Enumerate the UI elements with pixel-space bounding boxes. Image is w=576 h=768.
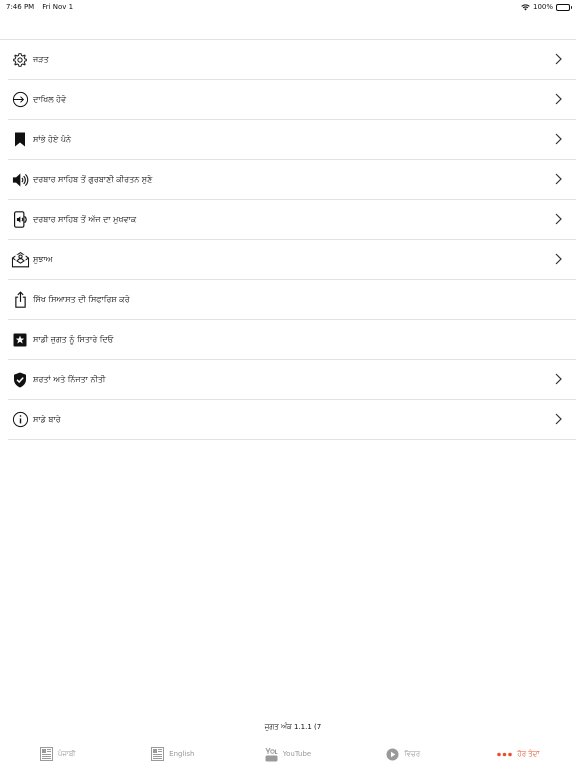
chevron-right-icon: [555, 253, 562, 265]
chevron-right-icon: [555, 93, 562, 105]
tab-label: ਪੰਜਾਬੀ: [57, 749, 76, 758]
menu-item-saved-pages[interactable]: ਸਾਂਭੇ ਹੋਏ ਪੰਨੇ: [8, 120, 576, 160]
menu-item-label: ਸਾਂਭੇ ਹੋਏ ਪੰਨੇ: [33, 134, 71, 144]
article-icon: [39, 747, 53, 761]
wifi-icon: [521, 3, 530, 10]
menu-item-label: ਜੜਤ: [33, 54, 49, 64]
play-circle-icon: [386, 748, 399, 760]
tab-label: YouTube: [282, 750, 312, 758]
status-indicators: 100%: [521, 0, 572, 14]
tab-english[interactable]: English: [115, 740, 230, 768]
menu-item-label: ਸ਼ਰਤਾਂ ਅਤੇ ਨਿੱਜਤਾ ਨੀਤੀ: [33, 374, 106, 384]
login-icon: [7, 91, 33, 108]
tab-youtube[interactable]: YouTube: [230, 740, 345, 768]
mail-user-icon: [7, 251, 33, 268]
menu-item-terms-privacy[interactable]: ਸ਼ਰਤਾਂ ਅਤੇ ਨਿੱਜਤਾ ਨੀਤੀ: [8, 360, 576, 400]
info-icon: [7, 411, 33, 428]
share-icon: [7, 291, 33, 308]
tab-punjabi[interactable]: ਪੰਜਾਬੀ: [0, 740, 115, 768]
chevron-right-icon: [555, 413, 562, 425]
menu-item-settings[interactable]: ਜੜਤ: [8, 40, 576, 80]
menu-item-label: ਸਾਡੇ ਬਾਰੇ: [33, 414, 61, 424]
menu-item-label: ਦਾਖਿਲ ਹੋਵੋ: [33, 94, 67, 104]
battery-icon: [556, 3, 572, 11]
chevron-right-icon: [555, 53, 562, 65]
status-bar: 7:46 PM Fri Nov 1 100%: [0, 0, 576, 14]
settings-menu: ਜੜਤ ਦਾਖਿਲ ਹੋਵੋ ਸਾਂਭੇ ਹੋਏ ਪੰਨੇ ਦਰਬਾਰ ਸਾਹਿ…: [8, 40, 576, 440]
battery-percent: 100%: [532, 3, 553, 11]
menu-item-label: ਦਰਬਾਰ ਸਾਹਿਬ ਤੋਂ ਅੱਜ ਦਾ ਮੁਖਵਾਕ: [33, 214, 137, 224]
tab-bar: ਪੰਜਾਬੀ English YouTube ਵਿਚਰ ਹੋਰ ਤੰਦਾਂ: [0, 740, 576, 768]
article-icon: [151, 747, 165, 761]
menu-item-about[interactable]: ਸਾਡੇ ਬਾਰੇ: [8, 400, 576, 440]
menu-item-recommend[interactable]: ਸਿੱਖ ਸਿਆਸਤ ਦੀ ਸਿਫਾਰਿਸ਼ ਕਰੋ: [8, 280, 576, 320]
tab-label: ਹੋਰ ਤੰਦਾਂ: [517, 749, 540, 758]
youtube-icon: [265, 747, 278, 761]
menu-item-rate-app[interactable]: ਸਾਡੀ ਜੁਗਤ ਨੂੰ ਸਿਤਾਰੇ ਦਿਓ: [8, 320, 576, 360]
chevron-right-icon: [555, 133, 562, 145]
more-dots-icon: [497, 752, 513, 756]
chevron-right-icon: [555, 373, 562, 385]
app-version: ਜੁਗਤ ਅੰਕ 1.1.1 (7: [264, 723, 322, 731]
chevron-right-icon: [555, 173, 562, 185]
tab-more[interactable]: ਹੋਰ ਤੰਦਾਂ: [461, 740, 576, 768]
menu-item-live-kirtan[interactable]: ਦਰਬਾਰ ਸਾਹਿਬ ਤੋਂ ਗੁਰਬਾਣੀ ਕੀਰਤਨ ਸੁਣੋ: [8, 160, 576, 200]
shield-check-icon: [7, 372, 33, 388]
menu-item-label: ਸਾਡੀ ਜੁਗਤ ਨੂੰ ਸਿਤਾਰੇ ਦਿਓ: [33, 334, 114, 344]
tab-video[interactable]: ਵਿਚਰ: [346, 740, 461, 768]
menu-item-label: ਸੁਝਾਅ: [33, 254, 53, 264]
menu-item-login[interactable]: ਦਾਖਿਲ ਹੋਵੋ: [8, 80, 576, 120]
status-date: Fri Nov 1: [42, 3, 74, 11]
bookmark-icon: [7, 132, 33, 147]
menu-item-hukamnama[interactable]: ਦਰਬਾਰ ਸਾਹਿਬ ਤੋਂ ਅੱਜ ਦਾ ਮੁਖਵਾਕ: [8, 200, 576, 240]
chevron-right-icon: [555, 213, 562, 225]
menu-item-feedback[interactable]: ਸੁਝਾਅ: [8, 240, 576, 280]
menu-item-label: ਸਿੱਖ ਸਿਆਸਤ ਦੀ ਸਿਫਾਰਿਸ਼ ਕਰੋ: [33, 294, 130, 304]
status-time: 7:46 PM: [6, 3, 35, 11]
tab-label: English: [169, 750, 195, 758]
menu-item-label: ਦਰਬਾਰ ਸਾਹਿਬ ਤੋਂ ਗੁਰਬਾਣੀ ਕੀਰਤਨ ਸੁਣੋ: [33, 174, 153, 184]
star-box-icon: [7, 333, 33, 347]
phone-audio-icon: [7, 211, 33, 228]
speaker-icon: [7, 172, 33, 187]
gear-icon: [7, 52, 33, 68]
tab-label: ਵਿਚਰ: [404, 749, 421, 758]
